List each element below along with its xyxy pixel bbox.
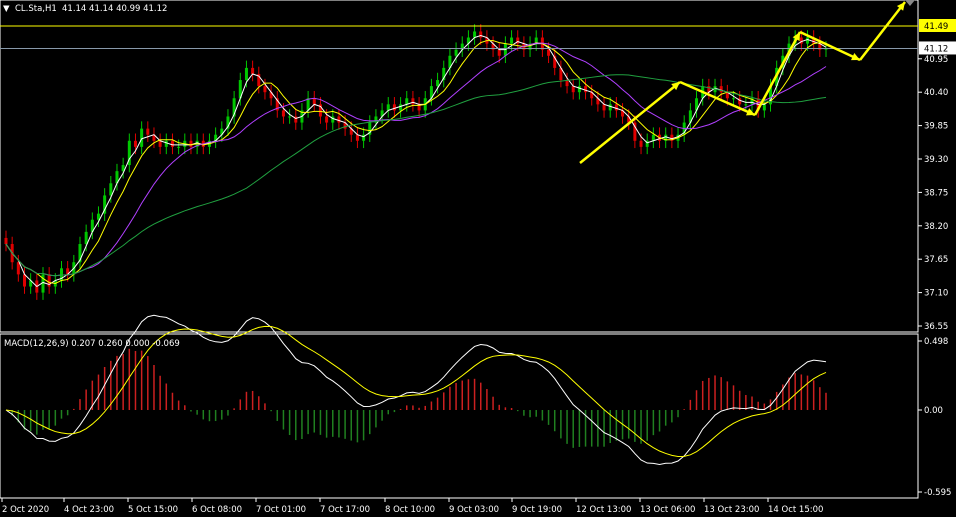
y-tick-label: 39.30 bbox=[924, 155, 948, 165]
candle-body bbox=[325, 116, 329, 123]
y-tick-label: 39.85 bbox=[924, 122, 948, 132]
candle-body bbox=[281, 110, 285, 117]
candle-body bbox=[571, 86, 575, 93]
candle-body bbox=[109, 183, 113, 196]
candle-body bbox=[399, 104, 403, 111]
x-tick-label: 7 Oct 01:00 bbox=[256, 505, 306, 515]
y-tick-label: 41.49 bbox=[924, 22, 948, 32]
candle-body bbox=[547, 49, 551, 56]
main-panel bbox=[0, 0, 919, 333]
x-tick-label: 5 Oct 15:00 bbox=[128, 505, 178, 515]
candle-body bbox=[251, 67, 255, 74]
y-tick-label: 40.40 bbox=[924, 88, 948, 98]
y-tick-label: 37.65 bbox=[924, 255, 948, 265]
y-tick-label: 36.55 bbox=[924, 322, 948, 332]
candle-body bbox=[639, 140, 643, 147]
x-tick-label: 6 Oct 08:00 bbox=[192, 505, 242, 515]
header-arrow-icon[interactable]: ▼ bbox=[3, 4, 10, 14]
ohlc-label: 41.14 41.14 40.99 41.12 bbox=[62, 4, 167, 14]
candle-body bbox=[732, 98, 736, 100]
candle-body bbox=[473, 31, 477, 38]
candle-body bbox=[479, 31, 483, 38]
symbol-label: CL.Sta,H1 bbox=[15, 4, 57, 14]
x-tick-label: 13 Oct 23:00 bbox=[704, 505, 759, 515]
candle-body bbox=[164, 140, 168, 147]
candle-body bbox=[337, 116, 341, 123]
candle-body bbox=[22, 274, 26, 287]
candle-body bbox=[312, 98, 316, 105]
candle-body bbox=[140, 128, 144, 147]
x-tick-label: 9 Oct 19:00 bbox=[512, 505, 562, 515]
x-tick-label: 8 Oct 10:00 bbox=[385, 505, 435, 515]
x-tick-label: 4 Oct 23:00 bbox=[64, 505, 114, 515]
x-tick-label: 14 Oct 15:00 bbox=[768, 505, 823, 515]
candle-body bbox=[744, 104, 748, 106]
macd-tick-label: 0.00 bbox=[924, 406, 943, 416]
price-axis: 41.49 41.1240.95 40.40 39.85 39.30 38.75 38.20… bbox=[918, 19, 956, 498]
y-tick-label: 40.95 bbox=[924, 55, 948, 65]
price-chart[interactable]: 41.49 41.1240.95 40.40 39.85 39.30 38.75 38.20… bbox=[0, 0, 956, 517]
candle-body bbox=[263, 86, 267, 93]
time-axis: 2 Oct 2020 4 Oct 23:00 5 Oct 15:00 6 Oct 08… bbox=[1, 498, 823, 515]
candle-body bbox=[405, 98, 409, 105]
candle-body bbox=[510, 37, 514, 44]
macd-label: MACD(12,26,9) 0.207 0.260 0.000 -0.069 bbox=[4, 339, 180, 349]
macd-tick-label: 0.498 bbox=[924, 337, 948, 347]
candle-body bbox=[392, 104, 396, 111]
x-tick-label: 2 Oct 2020 bbox=[2, 505, 49, 515]
candle-body bbox=[614, 104, 618, 111]
candle-body bbox=[288, 116, 292, 118]
x-tick-label: 13 Oct 06:00 bbox=[640, 505, 695, 515]
x-tick-label: 12 Oct 13:00 bbox=[576, 505, 631, 515]
macd-tick-label: -0.595 bbox=[924, 488, 951, 498]
macd-panel bbox=[0, 333, 919, 499]
candle-body bbox=[84, 231, 88, 245]
candle-body bbox=[133, 140, 137, 147]
candle-body bbox=[170, 140, 174, 147]
candle-body bbox=[386, 104, 390, 111]
candle-body bbox=[454, 49, 458, 56]
candle-body bbox=[806, 37, 810, 44]
candle-body bbox=[177, 146, 181, 148]
y-tick-label: 37.10 bbox=[924, 289, 948, 299]
candle-body bbox=[355, 134, 359, 141]
candle-body bbox=[436, 80, 440, 87]
candle-body bbox=[497, 49, 501, 56]
candle-body bbox=[602, 104, 606, 111]
candle-body bbox=[4, 237, 8, 245]
y-tick-label: 38.75 bbox=[924, 188, 948, 198]
candle-body bbox=[411, 98, 415, 105]
candle-body bbox=[651, 134, 655, 141]
candle-body bbox=[189, 140, 193, 147]
candle-body bbox=[306, 98, 310, 111]
candle-body bbox=[577, 86, 581, 93]
y-tick-label: 38.20 bbox=[924, 222, 948, 232]
x-tick-label: 7 Oct 17:00 bbox=[320, 505, 370, 515]
candle-body bbox=[762, 104, 766, 111]
candle-body bbox=[584, 86, 588, 93]
candle-body bbox=[158, 140, 162, 147]
candle-body bbox=[16, 262, 20, 275]
candle-body bbox=[608, 104, 612, 111]
candle-body bbox=[146, 128, 150, 135]
x-tick-label: 9 Oct 03:00 bbox=[449, 505, 499, 515]
candle-body bbox=[244, 67, 248, 81]
y-tick-label: 41.12 bbox=[924, 44, 948, 54]
